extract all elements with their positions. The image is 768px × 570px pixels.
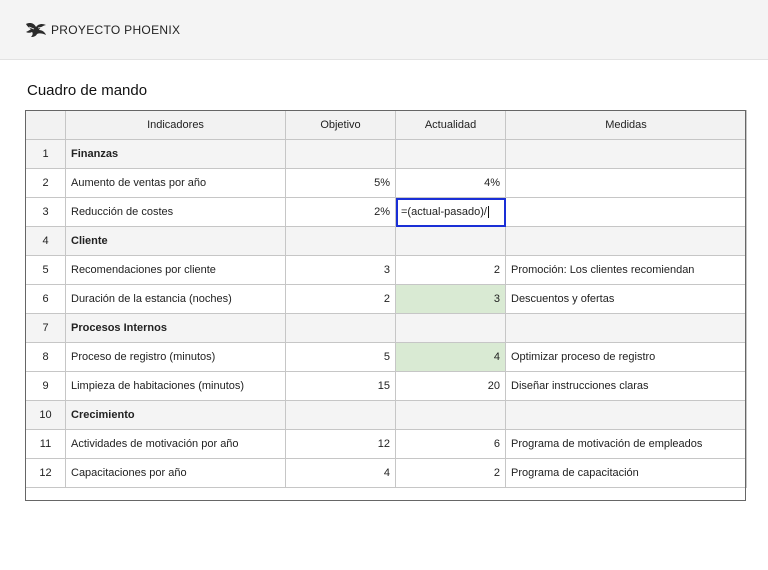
current-cell[interactable]: 2: [395, 255, 506, 285]
target-cell[interactable]: 15: [285, 371, 396, 401]
row-number[interactable]: 8: [25, 342, 66, 372]
indicator-cell[interactable]: Recomendaciones por cliente: [65, 255, 286, 285]
current-cell[interactable]: [395, 400, 506, 430]
row-number[interactable]: 4: [25, 226, 66, 256]
indicator-cell[interactable]: Procesos Internos: [65, 313, 286, 343]
measure-cell[interactable]: [505, 226, 747, 256]
measure-cell[interactable]: Promoción: Los clientes recomiendan: [505, 255, 747, 285]
table-row: 5 Recomendaciones por cliente 3 2 Promoción:…: [25, 255, 747, 285]
measure-cell[interactable]: Diseñar instrucciones claras: [505, 371, 747, 401]
indicator-cell[interactable]: Crecimiento: [65, 400, 286, 430]
row-number[interactable]: 11: [25, 429, 66, 459]
indicator-cell[interactable]: Duración de la estancia (noches): [65, 284, 286, 314]
measure-cell[interactable]: Programa de motivación de empleados: [505, 429, 747, 459]
measure-cell[interactable]: [505, 400, 747, 430]
current-cell[interactable]: 4: [395, 342, 506, 372]
row-number[interactable]: 1: [25, 139, 66, 169]
row-number[interactable]: 10: [25, 400, 66, 430]
row-number[interactable]: 3: [25, 197, 66, 227]
table-row: 7 Procesos Internos: [25, 313, 747, 343]
brand-name: PROYECTO PHOENIX: [51, 23, 181, 37]
indicator-cell[interactable]: Capacitaciones por año: [65, 458, 286, 488]
measure-cell[interactable]: Programa de capacitación: [505, 458, 747, 488]
table-row: 6 Duración de la estancia (noches) 2 3 Descu…: [25, 284, 747, 314]
target-cell[interactable]: [285, 400, 396, 430]
indicator-cell[interactable]: Proceso de registro (minutos): [65, 342, 286, 372]
target-cell[interactable]: [285, 226, 396, 256]
target-cell[interactable]: 3: [285, 255, 396, 285]
target-cell[interactable]: 2%: [285, 197, 396, 227]
table-row: 8 Proceso de registro (minutos) 5 4 Optimiza…: [25, 342, 747, 372]
measure-cell[interactable]: [505, 197, 747, 227]
column-header-medidas[interactable]: Medidas: [505, 110, 747, 140]
current-cell[interactable]: 3: [395, 284, 506, 314]
row-number[interactable]: 9: [25, 371, 66, 401]
current-cell[interactable]: 2: [395, 458, 506, 488]
column-header-objetivo[interactable]: Objetivo: [285, 110, 396, 140]
current-cell[interactable]: [395, 226, 506, 256]
column-header-actualidad[interactable]: Actualidad: [395, 110, 506, 140]
row-number[interactable]: 7: [25, 313, 66, 343]
current-cell[interactable]: 4%: [395, 168, 506, 198]
active-cell-editor[interactable]: =(actual-pasado)/: [395, 197, 506, 227]
row-number[interactable]: 12: [25, 458, 66, 488]
table-row: 12 Capacitaciones por año 4 2 Programa de ca…: [25, 458, 747, 488]
phoenix-logo-icon: [26, 23, 46, 37]
table-row: 10 Crecimiento: [25, 400, 747, 430]
table-row: 11 Actividades de motivación por año 12 6 Pr…: [25, 429, 747, 459]
table-row: 3 Reducción de costes 2% =(actual-pasado)/: [25, 197, 747, 227]
current-cell[interactable]: [395, 139, 506, 169]
measure-cell[interactable]: [505, 313, 747, 343]
row-number-header[interactable]: [25, 110, 66, 140]
measure-cell[interactable]: Descuentos y ofertas: [505, 284, 747, 314]
row-number[interactable]: 5: [25, 255, 66, 285]
indicator-cell[interactable]: Cliente: [65, 226, 286, 256]
current-cell[interactable]: 20: [395, 371, 506, 401]
target-cell[interactable]: 4: [285, 458, 396, 488]
indicator-cell[interactable]: Finanzas: [65, 139, 286, 169]
header-row: Indicadores Objetivo Actualidad Medidas: [25, 110, 747, 140]
column-header-indicadores[interactable]: Indicadores: [65, 110, 286, 140]
indicator-cell[interactable]: Aumento de ventas por año: [65, 168, 286, 198]
target-cell[interactable]: [285, 313, 396, 343]
target-cell[interactable]: 5: [285, 342, 396, 372]
measure-cell[interactable]: [505, 139, 747, 169]
table-row: 1 Finanzas: [25, 139, 747, 169]
row-number[interactable]: 6: [25, 284, 66, 314]
text-caret: [487, 206, 489, 219]
indicator-cell[interactable]: Actividades de motivación por año: [65, 429, 286, 459]
target-cell[interactable]: 5%: [285, 168, 396, 198]
current-cell[interactable]: [395, 313, 506, 343]
top-bar: PROYECTO PHOENIX: [0, 0, 768, 60]
measure-cell[interactable]: Optimizar proceso de registro: [505, 342, 747, 372]
scorecard-table: Indicadores Objetivo Actualidad Medidas …: [25, 110, 747, 488]
table-row: 9 Limpieza de habitaciones (minutos) 15 20 D…: [25, 371, 747, 401]
table-row: 2 Aumento de ventas por año 5% 4%: [25, 168, 747, 198]
indicator-cell[interactable]: Reducción de costes: [65, 197, 286, 227]
indicator-cell[interactable]: Limpieza de habitaciones (minutos): [65, 371, 286, 401]
current-cell[interactable]: 6: [395, 429, 506, 459]
target-cell[interactable]: [285, 139, 396, 169]
target-cell[interactable]: 2: [285, 284, 396, 314]
table-row: 4 Cliente: [25, 226, 747, 256]
measure-cell[interactable]: [505, 168, 747, 198]
row-number[interactable]: 2: [25, 168, 66, 198]
page-title: Cuadro de mando: [27, 82, 148, 99]
target-cell[interactable]: 12: [285, 429, 396, 459]
